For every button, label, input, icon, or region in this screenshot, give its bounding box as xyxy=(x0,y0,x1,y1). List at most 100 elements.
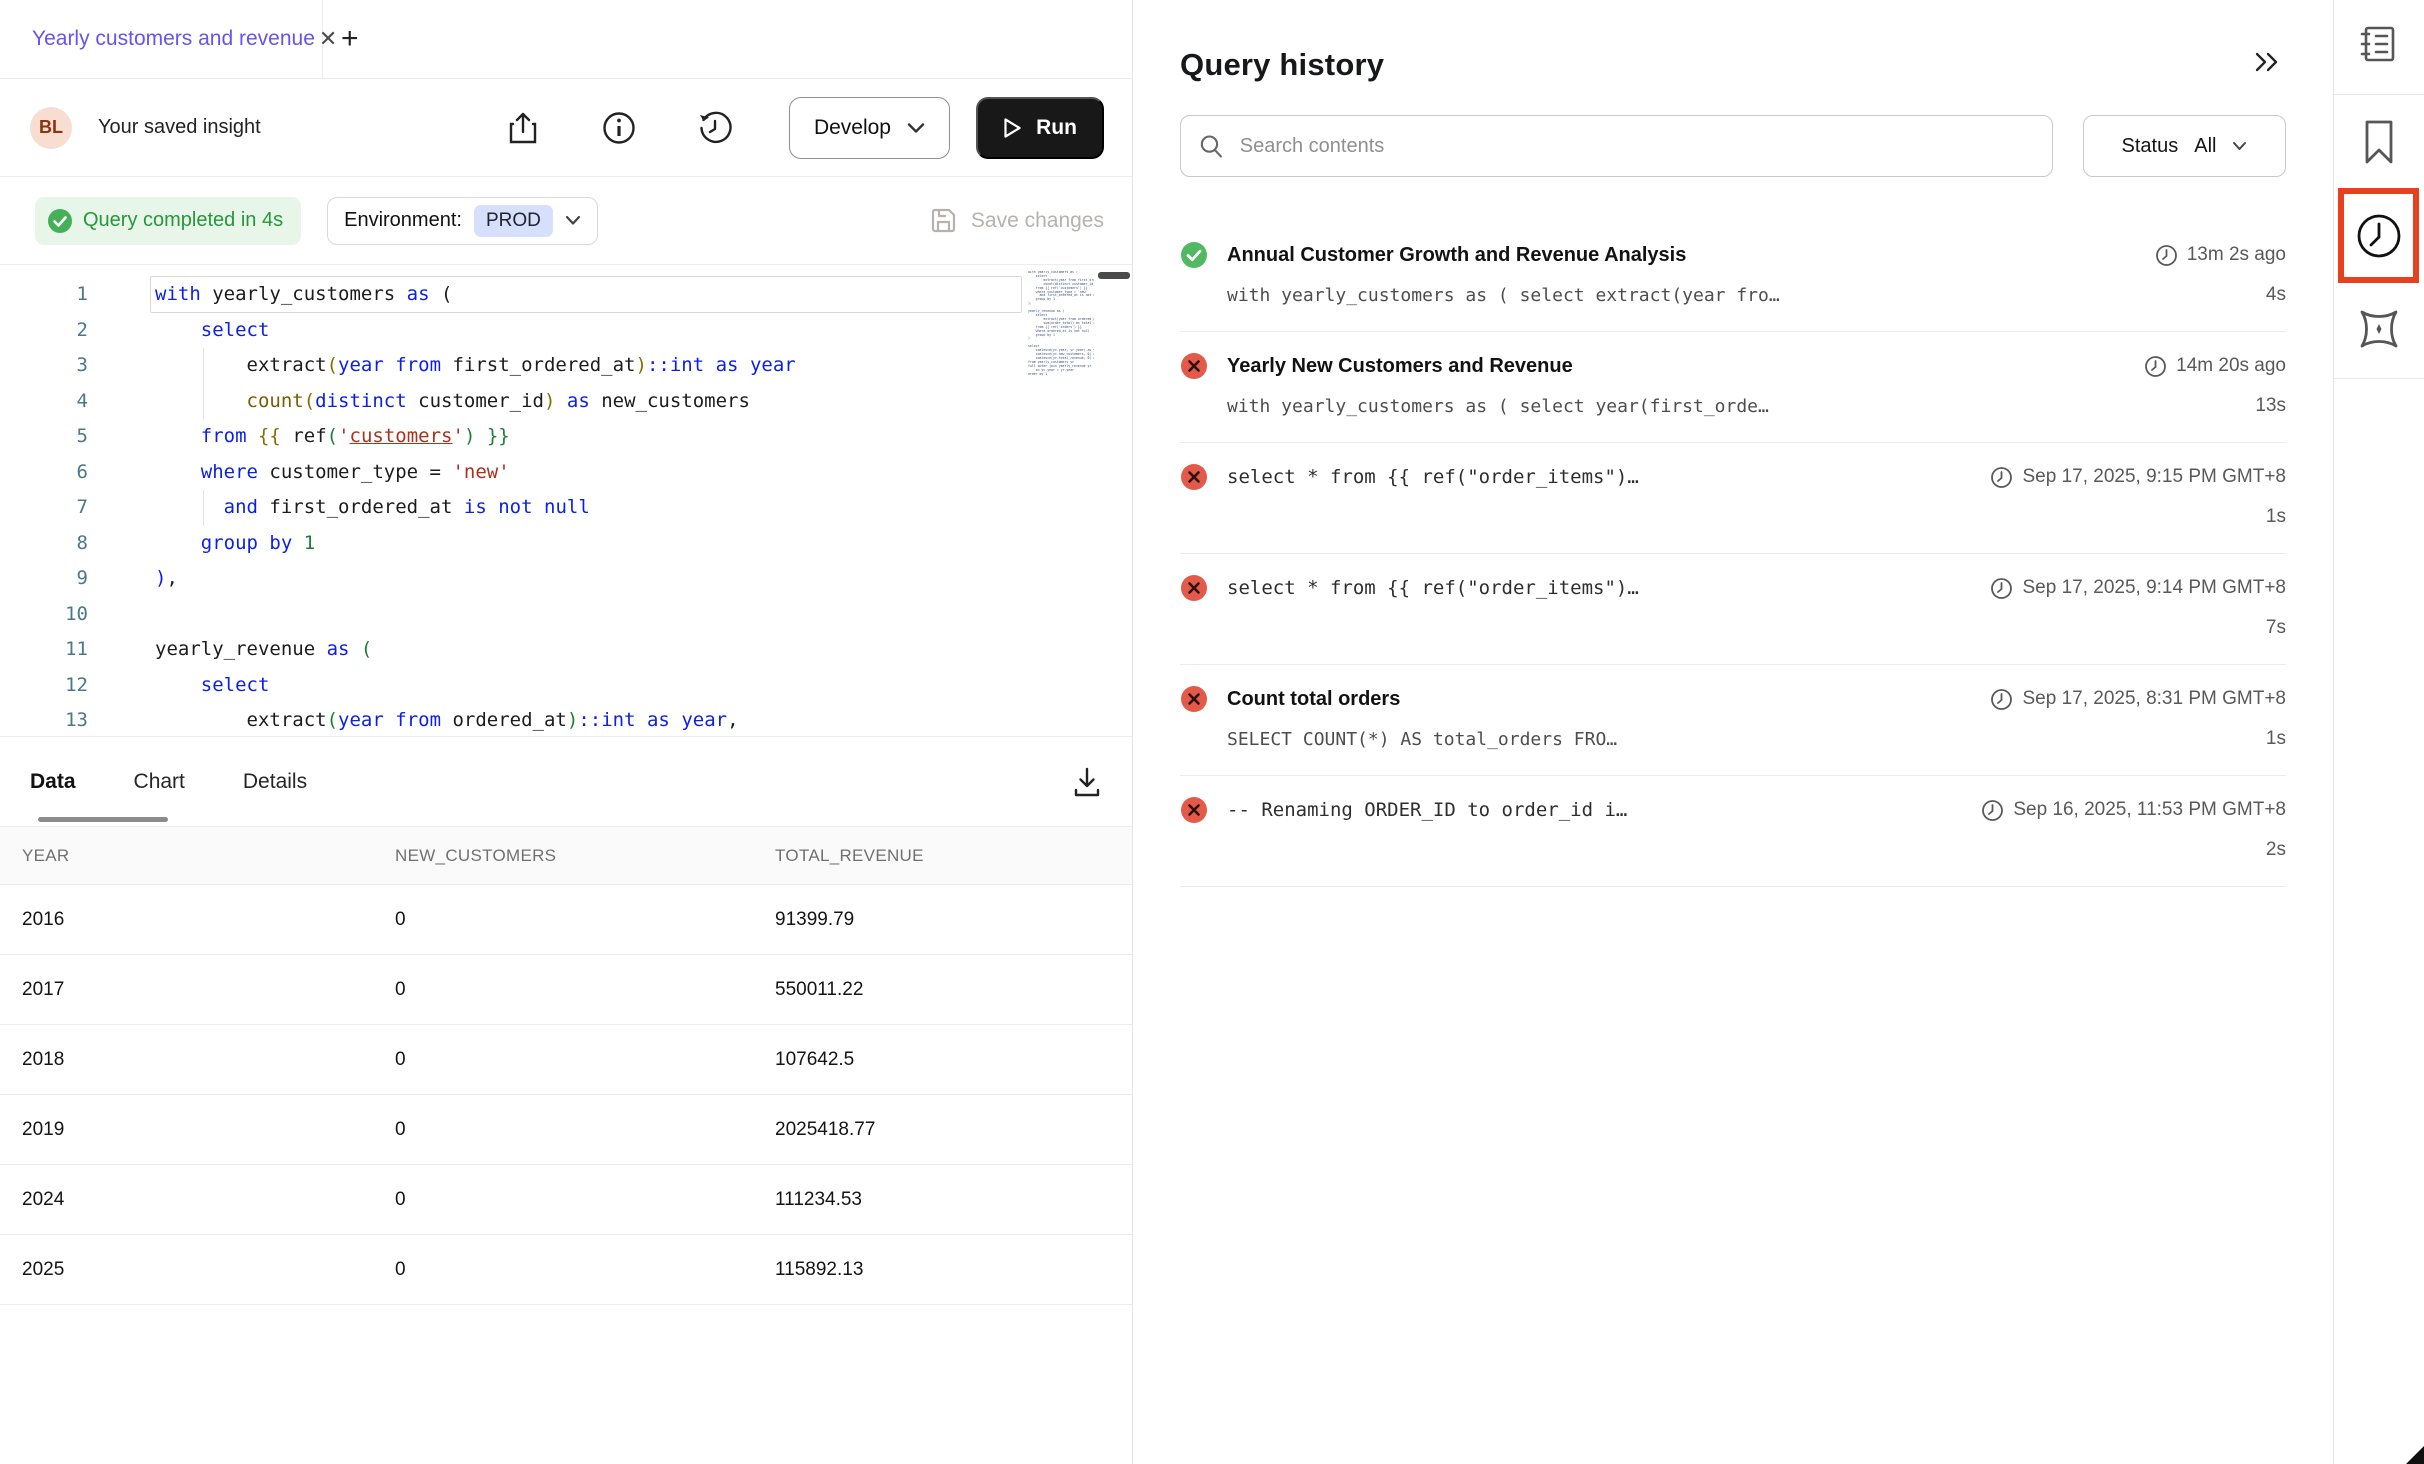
code-line: where customer_type = 'new' xyxy=(155,455,796,491)
tab-yearly-customers-and-revenue[interactable]: Yearly customers and revenue ✕ xyxy=(0,0,323,78)
results-tab-data[interactable]: Data xyxy=(30,770,76,794)
history-item[interactable]: Yearly New Customers and Revenue 14m 20s … xyxy=(1180,332,2286,443)
save-changes-button[interactable]: Save changes xyxy=(930,207,1104,234)
info-button[interactable] xyxy=(597,106,641,150)
table-cell: 2025 xyxy=(0,1235,373,1305)
version-history-button[interactable] xyxy=(693,106,737,150)
bookmarks-button[interactable] xyxy=(2359,118,2399,171)
query-history-button-highlighted[interactable] xyxy=(2338,188,2419,283)
history-item-duration: 1s xyxy=(2266,506,2286,528)
history-item[interactable]: select * from {{ ref("order_items")…Sep … xyxy=(1180,443,2286,554)
bookmark-icon xyxy=(2359,118,2399,166)
query-editor-panel: Yearly customers and revenue ✕ + BL Your… xyxy=(0,0,1133,1464)
table-row: 2016091399.79 xyxy=(0,885,1132,955)
history-item-duration: 7s xyxy=(2266,617,2286,639)
save-icon xyxy=(930,207,957,234)
save-changes-label: Save changes xyxy=(971,209,1104,233)
copilot-button[interactable] xyxy=(2354,304,2404,359)
table-cell: 0 xyxy=(373,1235,753,1305)
table-cell: 0 xyxy=(373,885,753,955)
check-circle-icon xyxy=(47,208,73,234)
line-number: 5 xyxy=(0,419,88,455)
table-cell: 2017 xyxy=(0,955,373,1025)
history-item-title: Annual Customer Growth and Revenue Analy… xyxy=(1227,244,2139,267)
run-button[interactable]: Run xyxy=(976,97,1104,159)
search-input[interactable] xyxy=(1240,135,2034,158)
minimap-code: with yearly_customers as ( select extrac… xyxy=(1028,271,1094,376)
collapse-panel-button[interactable] xyxy=(2248,46,2286,83)
query-history-panel: Query history Status All Annual Customer… xyxy=(1133,0,2333,1464)
history-item-time: Sep 17, 2025, 9:15 PM GMT+8 xyxy=(1990,466,2286,489)
code-line: yearly_revenue as ( xyxy=(155,632,796,668)
history-item[interactable]: Annual Customer Growth and Revenue Analy… xyxy=(1180,221,2286,332)
table-cell: 2016 xyxy=(0,885,373,955)
download-results-button[interactable] xyxy=(1072,766,1102,798)
history-item[interactable]: Count total ordersSep 17, 2025, 8:31 PM … xyxy=(1180,665,2286,776)
develop-dropdown[interactable]: Develop xyxy=(789,97,950,159)
play-icon xyxy=(1003,117,1022,139)
time-label: Sep 16, 2025, 11:53 PM GMT+8 xyxy=(2013,799,2286,821)
history-item-time: Sep 16, 2025, 11:53 PM GMT+8 xyxy=(1981,799,2286,822)
develop-label: Develop xyxy=(814,116,891,140)
table-row: 20180107642.5 xyxy=(0,1025,1132,1095)
outline-notebook-button[interactable] xyxy=(2357,22,2401,71)
results-tab-chart[interactable]: Chart xyxy=(134,770,185,794)
history-item-time: 14m 20s ago xyxy=(2144,355,2286,378)
query-status-text: Query completed in 4s xyxy=(83,209,283,232)
code-line: from {{ ref('customers') }} xyxy=(155,419,796,455)
column-header: TOTAL_REVENUE xyxy=(753,827,1132,885)
table-cell: 0 xyxy=(373,1165,753,1235)
query-status-pill: Query completed in 4s xyxy=(35,197,301,245)
code-line: select xyxy=(155,313,796,349)
table-row: 20240111234.53 xyxy=(0,1165,1132,1235)
line-number: 9 xyxy=(0,561,88,597)
editor-minimap[interactable]: with yearly_customers as ( select extrac… xyxy=(1028,271,1094,711)
status-success-icon xyxy=(1180,241,1208,269)
editor-scrollbar-thumb[interactable] xyxy=(1098,272,1130,279)
code-line: and first_ordered_at is not null xyxy=(155,490,796,526)
history-item[interactable]: select * from {{ ref("order_items")… Sep … xyxy=(1180,554,2286,665)
table-cell: 115892.13 xyxy=(753,1235,1132,1305)
share-button[interactable] xyxy=(501,106,545,150)
status-error-icon xyxy=(1180,796,1208,824)
history-item-title: -- Renaming ORDER_ID to order_id i… xyxy=(1227,799,1965,821)
history-item-snippet: SELECT COUNT(*) AS total_orders FRO… xyxy=(1227,729,2250,750)
environment-select[interactable]: Environment: PROD xyxy=(327,197,598,245)
clock-icon xyxy=(2144,355,2167,378)
tab-bar: Yearly customers and revenue ✕ + xyxy=(0,0,1132,79)
time-label: 14m 20s ago xyxy=(2176,355,2286,377)
environment-badge: PROD xyxy=(474,205,553,237)
search-box[interactable] xyxy=(1180,115,2053,177)
history-item-duration: 4s xyxy=(2266,284,2286,306)
line-number: 12 xyxy=(0,668,88,704)
history-item-title: select * from {{ ref("order_items")… xyxy=(1227,577,1974,599)
status-error-icon xyxy=(1180,574,1208,602)
history-item-time: Sep 17, 2025, 9:14 PM GMT+8 xyxy=(1990,577,2286,600)
sql-code-editor[interactable]: 12345678910111213 with yearly_customers … xyxy=(0,265,1132,736)
new-tab-button[interactable]: + xyxy=(341,24,359,54)
chevron-down-icon xyxy=(907,122,925,134)
history-item-snippet: with yearly_customers as ( select year(f… xyxy=(1227,396,2239,417)
status-filter-value: All xyxy=(2194,135,2216,158)
table-cell: 111234.53 xyxy=(753,1165,1132,1235)
info-icon xyxy=(601,110,637,146)
environment-label: Environment: xyxy=(344,209,462,232)
download-icon xyxy=(1072,766,1102,798)
table-cell: 2018 xyxy=(0,1025,373,1095)
status-filter-label: Status xyxy=(2122,135,2179,158)
close-tab-icon[interactable]: ✕ xyxy=(315,26,341,52)
table-row: 201902025418.77 xyxy=(0,1095,1132,1165)
table-cell: 0 xyxy=(373,1095,753,1165)
rail-divider xyxy=(2334,94,2424,95)
history-item-duration: 13s xyxy=(2255,395,2286,417)
history-item-title: Yearly New Customers and Revenue xyxy=(1227,355,2128,378)
clock-icon xyxy=(2354,211,2404,261)
notebook-icon xyxy=(2357,22,2401,66)
results-tab-details[interactable]: Details xyxy=(243,770,307,794)
history-item-time: Sep 17, 2025, 8:31 PM GMT+8 xyxy=(1990,688,2286,711)
code-line: select xyxy=(155,668,796,704)
time-label: Sep 17, 2025, 8:31 PM GMT+8 xyxy=(2022,688,2286,710)
clock-icon xyxy=(1990,577,2013,600)
status-filter-dropdown[interactable]: Status All xyxy=(2083,115,2286,177)
history-item[interactable]: -- Renaming ORDER_ID to order_id i… Sep 1… xyxy=(1180,776,2286,887)
